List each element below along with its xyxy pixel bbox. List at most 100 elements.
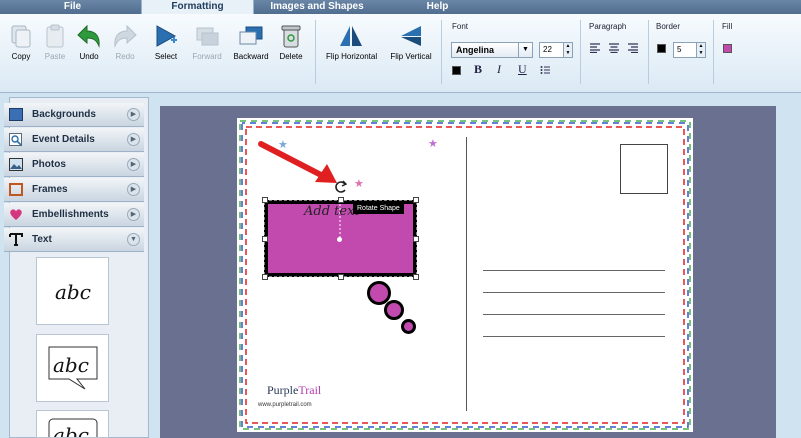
sidebar-item-label: Event Details: [32, 134, 95, 145]
text-style-plain[interactable]: abc: [36, 257, 109, 325]
stepper-arrows-icon[interactable]: ▲ ▼: [696, 43, 705, 57]
resize-handle[interactable]: [413, 274, 419, 280]
chevron-right-icon: ▶: [127, 133, 140, 146]
delete-label: Delete: [279, 52, 303, 61]
italic-button[interactable]: I: [497, 62, 501, 77]
address-line: [483, 314, 665, 315]
select-pointer-icon: [156, 25, 177, 47]
sidebar-item-frames[interactable]: Frames ▶: [4, 178, 144, 202]
star-icon[interactable]: ★: [354, 177, 364, 190]
align-center-icon[interactable]: [609, 43, 619, 53]
forward-label: Forward: [192, 52, 222, 61]
toolbar-divider: [713, 20, 714, 84]
sidebar-item-label: Photos: [32, 159, 66, 170]
add-text-placeholder[interactable]: Add text: [304, 204, 360, 219]
shape-center-point: [337, 237, 342, 242]
bullet-list-icon[interactable]: [540, 65, 550, 75]
magnifier-icon: [9, 133, 22, 146]
stepper-arrows-icon[interactable]: ▲ ▼: [563, 43, 572, 57]
ribbon-toolbar: Copy Paste Undo Redo Select Forward Back…: [0, 14, 801, 93]
flip-horizontal-icon: [340, 26, 362, 46]
flip-horizontal-button[interactable]: Flip Horizontal: [326, 22, 377, 61]
forward-button[interactable]: Forward: [186, 22, 228, 61]
postcard-divider: [466, 137, 467, 411]
underline-button[interactable]: U: [518, 62, 527, 77]
trash-can-icon: [281, 25, 301, 48]
text-style-speech-bubble[interactable]: abc: [36, 334, 109, 402]
resize-handle[interactable]: [262, 197, 268, 203]
resize-handle[interactable]: [338, 274, 344, 280]
sidebar-item-embellishments[interactable]: Embellishments ▶: [4, 203, 144, 227]
chevron-down-icon[interactable]: ▼: [518, 43, 532, 57]
bubble-circle-medium[interactable]: [384, 300, 404, 320]
rotate-shape-tooltip: Rotate Shape: [353, 203, 404, 214]
address-line: [483, 336, 665, 337]
backward-label: Backward: [233, 52, 269, 61]
align-right-icon[interactable]: [628, 43, 638, 53]
sidebar-item-label: Backgrounds: [32, 109, 96, 120]
font-color-swatch[interactable]: [452, 66, 461, 75]
chevron-right-icon: ▶: [127, 183, 140, 196]
text-icon: [9, 233, 23, 246]
chevron-right-icon: ▶: [127, 208, 140, 221]
resize-handle[interactable]: [262, 274, 268, 280]
redo-button[interactable]: Redo: [104, 22, 146, 61]
fill-group-title: Fill: [722, 22, 733, 31]
border-width-value: 5: [677, 45, 682, 54]
border-color-swatch[interactable]: [657, 44, 666, 53]
font-size-value: 22: [543, 45, 552, 54]
send-backward-icon: [239, 26, 263, 45]
border-width-stepper[interactable]: 5 ▲ ▼: [673, 42, 706, 58]
text-sample: abc: [55, 280, 91, 304]
red-arrow-icon: [258, 141, 337, 183]
text-style-thought-bubble[interactable]: abc: [36, 410, 109, 438]
paragraph-group-title: Paragraph: [589, 22, 627, 31]
bold-button[interactable]: B: [474, 62, 482, 77]
font-family-select[interactable]: Angelina ▼: [451, 42, 533, 58]
photo-icon: [9, 158, 23, 171]
align-left-icon[interactable]: [590, 43, 600, 53]
sidebar-item-photos[interactable]: Photos ▶: [4, 153, 144, 177]
sidebar-item-label: Embellishments: [32, 209, 109, 220]
star-icon[interactable]: ★: [428, 137, 438, 150]
resize-handle[interactable]: [338, 197, 344, 203]
sidebar-item-event-details[interactable]: Event Details ▶: [4, 128, 144, 152]
website-url: www.purpletrail.com: [258, 402, 312, 408]
sidebar-item-text[interactable]: Text ▼: [4, 228, 144, 252]
tab-file[interactable]: File: [10, 0, 135, 14]
frame-icon: [9, 183, 23, 196]
chevron-right-icon: ▶: [127, 108, 140, 121]
redo-arrow-icon: [114, 24, 137, 48]
toolbar-divider: [648, 20, 649, 84]
bubble-circle-small[interactable]: [401, 319, 416, 334]
text-sample: abc: [53, 353, 89, 377]
flip-vertical-button[interactable]: Flip Vertical: [387, 22, 435, 61]
tab-bar: File Formatting Images and Shapes Help: [0, 0, 801, 14]
resize-handle[interactable]: [413, 197, 419, 203]
resize-handle[interactable]: [413, 236, 419, 242]
stamp-box: [620, 144, 668, 194]
border-group-title: Border: [656, 22, 681, 31]
fill-color-swatch[interactable]: [723, 44, 732, 53]
sidebar-item-label: Text: [32, 234, 52, 245]
delete-button[interactable]: Delete: [270, 22, 312, 61]
flip-vertical-icon: [401, 26, 421, 46]
bring-forward-icon: [196, 27, 219, 46]
font-size-stepper[interactable]: 22 ▲ ▼: [539, 42, 573, 58]
copy-icon: [11, 25, 31, 48]
resize-handle[interactable]: [262, 236, 268, 242]
tab-formatting[interactable]: Formatting: [141, 0, 254, 14]
select-button[interactable]: Select: [145, 22, 187, 61]
chevron-right-icon: ▶: [127, 158, 140, 171]
logo-purple-text: Purple: [267, 383, 299, 397]
backgrounds-icon: [9, 108, 23, 121]
chevron-down-icon: ▼: [127, 233, 140, 246]
sidebar-item-backgrounds[interactable]: Backgrounds ▶: [4, 103, 144, 127]
backward-button[interactable]: Backward: [230, 22, 272, 61]
undo-arrow-icon: [77, 24, 100, 48]
tab-help[interactable]: Help: [380, 0, 495, 14]
address-line: [483, 292, 665, 293]
font-group-title: Font: [452, 22, 469, 31]
tab-images-and-shapes[interactable]: Images and Shapes: [254, 0, 380, 14]
sidebar-item-label: Frames: [32, 184, 68, 195]
